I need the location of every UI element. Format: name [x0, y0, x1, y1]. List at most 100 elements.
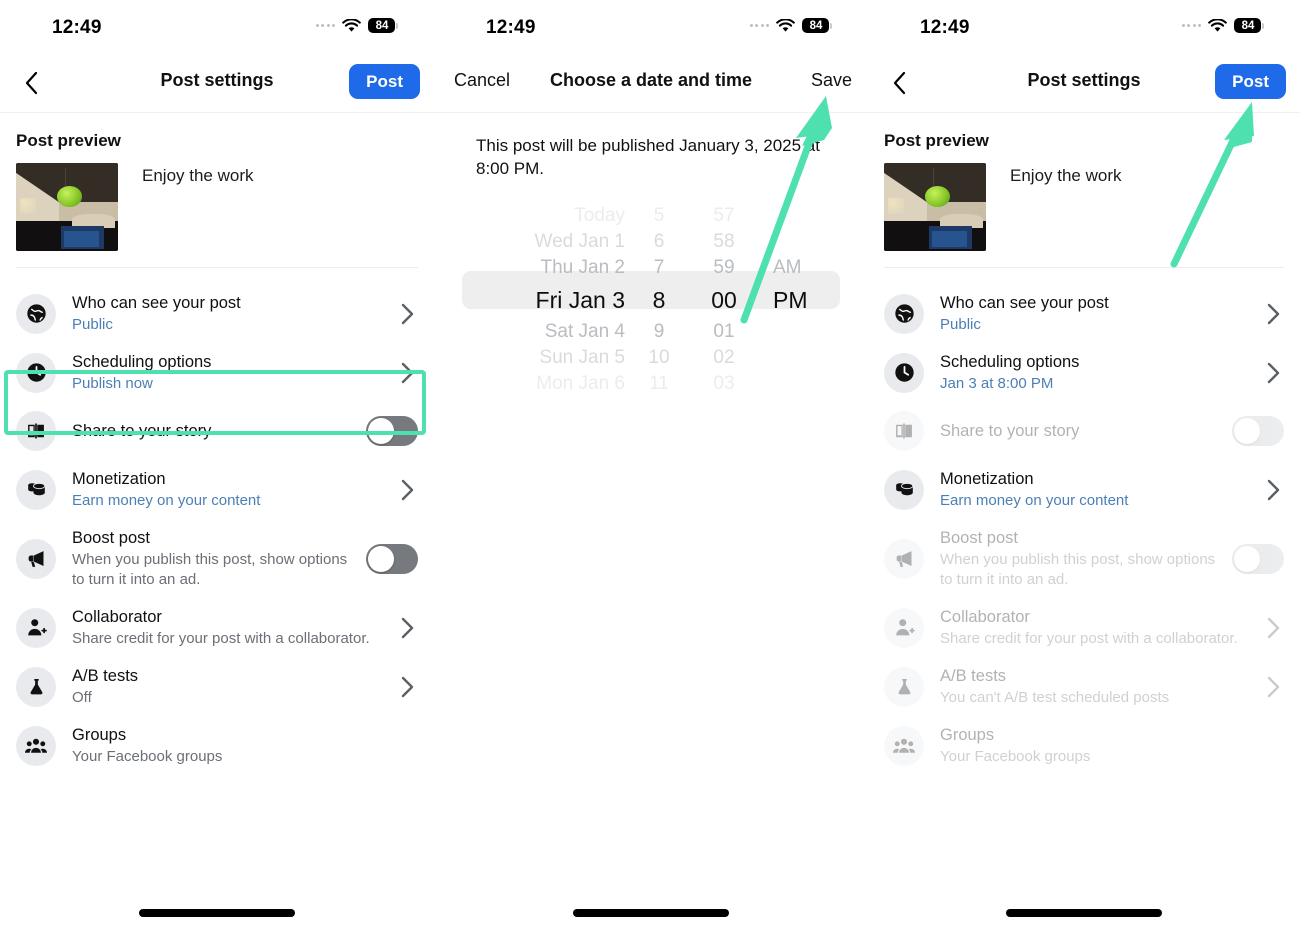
settings-row-boost-post[interactable]: Boost post When you publish this post, sh…	[868, 519, 1300, 598]
settings-row-title: Groups	[940, 726, 995, 745]
settings-row-text: A/B tests Off	[72, 666, 396, 707]
post-caption: Enjoy the work	[142, 166, 254, 185]
picker-option-date[interactable]: Sun Jan 5	[539, 345, 625, 371]
picker-option-minute[interactable]: 57	[713, 203, 734, 229]
preview-divider	[16, 267, 418, 268]
settings-row-scheduling-options[interactable]: Scheduling options Jan 3 at 8:00 PM	[868, 343, 1300, 402]
post-preview-heading: Post preview	[884, 131, 989, 150]
picker-option-hour[interactable]: 9	[654, 319, 665, 345]
settings-row-boost-post[interactable]: Boost post When you publish this post, sh…	[0, 519, 434, 598]
settings-row-text: Collaborator Share credit for your post w…	[940, 607, 1262, 648]
picker-option-ampm[interactable]	[773, 345, 778, 371]
picker-option-date[interactable]: Mon Jan 6	[536, 371, 625, 397]
chevron-right-icon[interactable]	[1262, 617, 1284, 639]
picker-option-ampm[interactable]	[773, 203, 778, 229]
picker-option-ampm[interactable]	[773, 371, 778, 397]
settings-row-groups: Groups Your Facebook groups	[0, 716, 434, 775]
settings-row-text: Share to your story	[72, 421, 366, 442]
toggle-switch[interactable]	[366, 543, 418, 574]
picker-option-ampm[interactable]: PM	[773, 281, 808, 319]
post-button[interactable]: Post	[349, 64, 420, 99]
settings-row-monetization[interactable]: Monetization Earn money on your content	[0, 460, 434, 519]
save-button[interactable]: Save	[811, 70, 852, 91]
book-icon	[16, 411, 56, 452]
settings-row-text: Scheduling options Publish now	[72, 352, 396, 393]
picker-option-hour[interactable]: 7	[654, 255, 665, 281]
chevron-right-icon[interactable]	[1262, 362, 1284, 384]
picker-option-minute[interactable]: 03	[713, 371, 734, 397]
picker-option-hour[interactable]: 6	[654, 229, 665, 255]
flask-icon	[884, 666, 924, 707]
settings-row-subtitle: When you publish this post, show options…	[72, 551, 348, 588]
settings-row-a-b-tests[interactable]: A/B tests You can't A/B test scheduled po…	[868, 657, 1300, 716]
picker-option-hour[interactable]: 5	[654, 203, 665, 229]
picker-option-ampm[interactable]	[773, 229, 778, 255]
settings-row-text: Share to your story	[940, 421, 1232, 442]
settings-row-title: Monetization	[72, 470, 166, 489]
picker-column-minute[interactable]: 57 58 59 00 01 02 03	[687, 203, 761, 394]
picker-option-date[interactable]: Fri Jan 3	[536, 281, 625, 319]
picker-option-date[interactable]: Today	[574, 203, 625, 229]
post-button[interactable]: Post	[1215, 64, 1286, 99]
settings-row-text: Collaborator Share credit for your post w…	[72, 607, 396, 648]
settings-row-collaborator[interactable]: Collaborator Share credit for your post w…	[0, 598, 434, 657]
picker-option-hour[interactable]: 10	[648, 345, 669, 371]
cellular-dots-icon	[315, 24, 335, 28]
picker-option-ampm[interactable]: AM	[773, 255, 802, 281]
battery-level: 84	[368, 18, 395, 34]
date-time-picker[interactable]: Today Wed Jan 1 Thu Jan 2 Fri Jan 3 Sat Jan …	[434, 203, 868, 394]
picker-option-date[interactable]: Sat Jan 4	[545, 319, 625, 345]
settings-row-who-can-see-your-post[interactable]: Who can see your post Public	[868, 284, 1300, 343]
picker-option-minute[interactable]: 02	[713, 345, 734, 371]
post-caption: Enjoy the work	[1010, 166, 1122, 185]
panel-post-settings-scheduled: 12:49 84 Post settings Post Post preview…	[868, 0, 1300, 939]
settings-row-groups: Groups Your Facebook groups	[868, 716, 1300, 775]
picker-option-minute[interactable]: 58	[713, 229, 734, 255]
picker-column-date[interactable]: Today Wed Jan 1 Thu Jan 2 Fri Jan 3 Sat Jan …	[463, 203, 631, 394]
picker-column-ampm[interactable]: AM PM	[761, 203, 839, 383]
settings-row-monetization[interactable]: Monetization Earn money on your content	[868, 460, 1300, 519]
post-preview: Enjoy the work	[16, 163, 434, 251]
picker-option-minute[interactable]: 59	[713, 255, 734, 281]
chevron-right-icon[interactable]	[1262, 479, 1284, 501]
settings-row-subtitle: Share credit for your post with a collab…	[72, 629, 370, 647]
settings-row-subtitle: Your Facebook groups	[940, 747, 1091, 765]
post-thumbnail	[884, 163, 986, 251]
settings-row-text: A/B tests You can't A/B test scheduled po…	[940, 666, 1262, 707]
picker-option-hour[interactable]: 11	[649, 371, 669, 397]
globe-icon	[884, 293, 924, 334]
post-preview: Enjoy the work	[884, 163, 1300, 251]
settings-row-share-to-your-story[interactable]: Share to your story	[868, 402, 1300, 460]
chevron-right-icon[interactable]	[396, 303, 418, 325]
settings-row-subtitle: Earn money on your content	[940, 491, 1129, 509]
wifi-icon	[1208, 18, 1227, 32]
chevron-right-icon[interactable]	[1262, 676, 1284, 698]
settings-row-scheduling-options[interactable]: Scheduling options Publish now	[0, 343, 434, 402]
toggle-switch[interactable]	[366, 416, 418, 447]
settings-row-subtitle: Public	[940, 315, 981, 333]
settings-list: Who can see your post Public Scheduling op…	[868, 284, 1300, 775]
settings-row-title: A/B tests	[72, 667, 139, 686]
settings-list: Who can see your post Public Scheduling op…	[0, 284, 434, 775]
settings-row-collaborator[interactable]: Collaborator Share credit for your post w…	[868, 598, 1300, 657]
picker-option-minute[interactable]: 00	[711, 281, 737, 319]
chevron-right-icon[interactable]	[396, 479, 418, 501]
settings-row-share-to-your-story[interactable]: Share to your story	[0, 402, 434, 460]
picker-option-date[interactable]: Thu Jan 2	[541, 255, 626, 281]
chevron-right-icon[interactable]	[396, 617, 418, 639]
picker-option-date[interactable]: Wed Jan 1	[535, 229, 625, 255]
settings-row-a-b-tests[interactable]: A/B tests Off	[0, 657, 434, 716]
settings-row-who-can-see-your-post[interactable]: Who can see your post Public	[0, 284, 434, 343]
post-thumbnail	[16, 163, 118, 251]
nav-divider	[0, 112, 434, 113]
toggle-switch[interactable]	[1232, 543, 1284, 574]
picker-option-ampm[interactable]	[773, 319, 778, 345]
picker-option-minute[interactable]: 01	[713, 319, 734, 345]
picker-column-hour[interactable]: 5 6 7 8 9 10 11	[631, 203, 687, 394]
nav-bar: Post settings Post	[0, 56, 434, 112]
chevron-right-icon[interactable]	[396, 676, 418, 698]
toggle-switch[interactable]	[1232, 416, 1284, 447]
chevron-right-icon[interactable]	[1262, 303, 1284, 325]
picker-option-hour[interactable]: 8	[653, 281, 666, 319]
chevron-right-icon[interactable]	[396, 362, 418, 384]
